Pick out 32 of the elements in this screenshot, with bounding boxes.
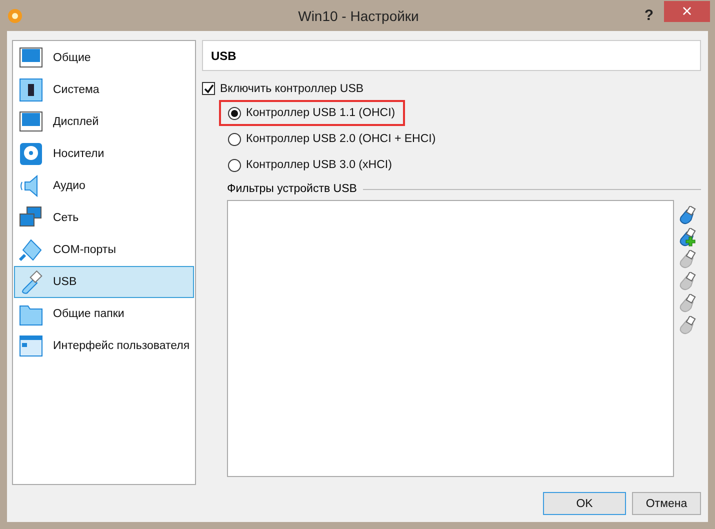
sidebar-item[interactable]: Аудио xyxy=(14,170,194,202)
sidebar-item[interactable]: Дисплей xyxy=(14,106,194,138)
monitor-icon xyxy=(19,46,43,70)
checkbox[interactable] xyxy=(202,82,215,95)
usb-plug-icon xyxy=(19,270,43,294)
usb-filter-icon[interactable] xyxy=(679,206,697,225)
window-title: Win10 - Настройки xyxy=(297,8,419,24)
page-title: USB xyxy=(202,40,701,71)
radio-button[interactable] xyxy=(228,132,241,146)
radio-label: Контроллер USB 2.0 (OHCI + EHCI) xyxy=(246,132,436,147)
group-title: Фильтры устройств USB xyxy=(227,183,357,195)
radio-button[interactable] xyxy=(228,158,241,172)
radio-label: Контроллер USB 3.0 (xHCI) xyxy=(246,158,392,173)
sidebar-item[interactable]: Общие папки xyxy=(14,298,194,330)
help-button[interactable]: ? xyxy=(634,4,664,26)
sidebar-item[interactable]: Система xyxy=(14,74,194,106)
sidebar-item[interactable]: Интерфейс пользователя xyxy=(14,330,194,362)
window-icon xyxy=(19,334,43,358)
sidebar-item[interactable]: Общие xyxy=(14,42,194,74)
monitor-icon xyxy=(19,110,43,134)
sidebar-item[interactable]: Носители xyxy=(14,138,194,170)
sidebar-item[interactable]: COM-порты xyxy=(14,234,194,266)
sidebar-item[interactable]: USB xyxy=(14,266,194,298)
radio-label: Контроллер USB 1.1 (OHCI) xyxy=(246,106,396,121)
ok-button[interactable]: OK xyxy=(543,492,626,515)
close-button[interactable]: × xyxy=(664,0,710,22)
checkbox-label: Включить контроллер USB xyxy=(220,82,364,94)
chip-icon xyxy=(19,78,43,102)
usb-add-icon[interactable] xyxy=(679,228,697,247)
cancel-button[interactable]: Отмена xyxy=(632,492,701,515)
sidebar-item[interactable]: Сеть xyxy=(14,202,194,234)
radio-button[interactable] xyxy=(228,106,241,120)
